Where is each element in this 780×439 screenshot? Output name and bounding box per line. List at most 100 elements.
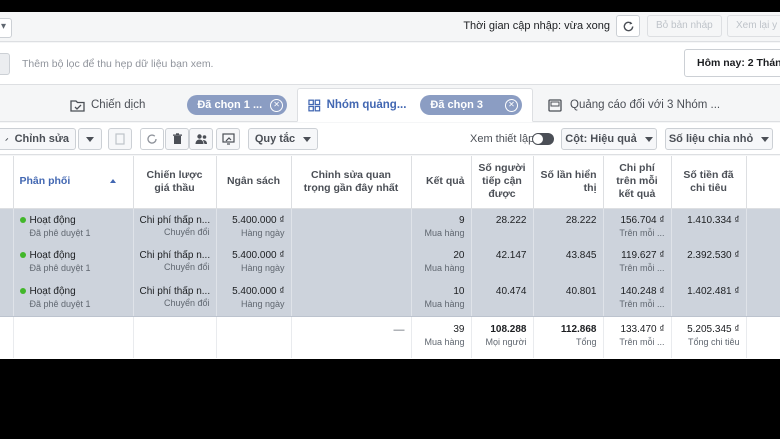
delivery-column-header[interactable]: Phân phối — [13, 156, 134, 209]
delete-button[interactable] — [165, 128, 189, 150]
recent-edits-cell — [291, 208, 412, 244]
checkbox-column-header — [0, 156, 14, 209]
impressions-cell: 40.801 — [533, 280, 604, 317]
review-changes-button[interactable]: Xem lại y — [727, 15, 780, 37]
recent-edits-column-header[interactable]: Chỉnh sửa quan trọng gần đây nhất — [291, 156, 412, 209]
adsets-table: Phân phối Chiến lược giá thầu Ngân sách … — [0, 156, 780, 359]
table-header-row: Phân phối Chiến lược giá thầu Ngân sách … — [0, 156, 780, 209]
impressions-cell: 43.845 — [533, 244, 604, 280]
budget-cell[interactable]: 5.400.000 ₫ Hàng ngày — [216, 208, 292, 244]
collapse-toggle[interactable]: ▾ — [0, 18, 12, 38]
budget-column-header[interactable]: Ngân sách — [216, 156, 292, 209]
bid-strategy-cell[interactable]: Chi phí thấp n... Chuyển đổi — [133, 280, 217, 317]
share-button[interactable] — [216, 128, 240, 150]
delivery-cell: Hoạt động Đã phê duyệt 1 — [13, 244, 134, 280]
tab-campaigns-label: Chiến dịch — [91, 99, 146, 111]
active-status-dot — [19, 216, 26, 223]
columns-label: Cột: Hiệu quả — [565, 133, 637, 145]
extra-cell — [746, 208, 780, 244]
breakdown-button[interactable]: Số liệu chia nhỏ — [665, 128, 773, 150]
refresh-icon — [623, 21, 633, 31]
extra-cell — [746, 244, 780, 280]
edit-dropdown[interactable] — [78, 128, 102, 150]
reach-cell: 40.474 — [471, 280, 534, 317]
results-column-header[interactable]: Kết quả — [411, 156, 472, 209]
filter-toggle[interactable] — [0, 53, 10, 75]
impressions-total: 112.868 Tổng — [533, 316, 604, 358]
last-updated-status: Thời gian cập nhập: vừa xong — [463, 20, 610, 32]
tab-ad-sets[interactable]: Nhóm quảng... Đã chọn 3 ✕ — [297, 88, 533, 122]
level-tabs: Chiến dịch Đã chọn 1 ... ✕ Nhóm quảng...… — [0, 86, 780, 122]
tab-ads-label: Quảng cáo đối với 3 Nhóm ... — [570, 99, 721, 111]
reach-cell: 28.222 — [471, 208, 534, 244]
recent-edits-cell — [291, 244, 412, 280]
amount-spent-cell: 2.392.530 ₫ — [671, 244, 747, 280]
table-row[interactable]: Hoạt động Đã phê duyệt 1 Chi phí thấp n..… — [0, 244, 780, 280]
campaign-selection-chip[interactable]: Đã chọn 1 ... ✕ — [187, 95, 288, 115]
extra-column-header — [746, 156, 780, 209]
filter-input[interactable]: Thêm bộ lọc để thu hẹp dữ liệu bạn xem. — [22, 58, 213, 70]
amount-spent-total: 5.205.345 ₫ Tổng chi tiêu — [671, 316, 747, 358]
cost-per-result-cell: 119.627 ₫ Trên mỗi ... — [603, 244, 672, 280]
pencil-icon — [5, 137, 9, 141]
duplicate-button[interactable] — [108, 128, 132, 150]
tab-ads[interactable]: Quảng cáo đối với 3 Nhóm ... — [548, 88, 720, 122]
row-checkbox-cell[interactable] — [0, 208, 14, 244]
reset-button[interactable] — [140, 128, 164, 150]
rules-label: Quy tắc — [254, 133, 296, 145]
cost-per-result-cell: 140.248 ₫ Trên mỗi ... — [603, 280, 672, 317]
grid-icon — [308, 99, 321, 111]
edit-label: Chỉnh sửa — [14, 133, 69, 145]
chevron-down-icon — [86, 136, 94, 142]
bid-strategy-column-header[interactable]: Chiến lược giá thầu — [133, 156, 217, 209]
active-status-dot — [19, 252, 26, 259]
discard-draft-button[interactable]: Bỏ bản nháp — [647, 15, 722, 37]
reach-total: 108.288 Mọi người — [471, 316, 534, 358]
amount-spent-column-header[interactable]: Số tiền đã chi tiêu — [671, 156, 747, 209]
bid-strategy-cell[interactable]: Chi phí thấp n... Chuyển đổi — [133, 244, 217, 280]
rules-button[interactable]: Quy tắc — [248, 128, 318, 150]
cost-per-result-total: 133.470 ₫ Trên mỗi ... — [603, 316, 672, 358]
columns-button[interactable]: Cột: Hiệu quả — [561, 128, 657, 150]
chevron-down-icon — [644, 136, 653, 142]
filter-bar: Thêm bộ lọc để thu hẹp dữ liệu bạn xem. … — [0, 43, 780, 85]
row-checkbox-cell[interactable] — [0, 244, 14, 280]
table-row[interactable]: Hoạt động Đã phê duyệt 1 Chi phí thấp n..… — [0, 280, 780, 317]
impressions-cell: 28.222 — [533, 208, 604, 244]
view-setup-toggle[interactable] — [532, 133, 554, 145]
folder-icon — [70, 99, 85, 112]
refresh-button[interactable] — [616, 15, 640, 37]
active-status-dot — [19, 288, 26, 295]
results-cell: 20 Mua hàng — [411, 244, 472, 280]
tab-campaigns[interactable]: Chiến dịch Đã chọn 1 ... ✕ — [70, 88, 288, 122]
edit-button[interactable]: Chỉnh sửa — [0, 128, 76, 150]
chevron-down-icon — [303, 136, 312, 142]
date-range-button[interactable]: Hôm nay: 2 Tháng — [684, 49, 780, 77]
audience-button[interactable] — [189, 128, 213, 150]
close-icon[interactable]: ✕ — [505, 98, 518, 112]
extra-cell — [746, 280, 780, 317]
amount-spent-cell: 1.402.481 ₫ — [671, 280, 747, 317]
row-checkbox-cell[interactable] — [0, 280, 14, 317]
sort-asc-icon — [110, 179, 117, 184]
recent-edits-total: — — [291, 316, 412, 358]
amount-spent-cell: 1.410.334 ₫ — [671, 208, 747, 244]
impressions-column-header[interactable]: Số lần hiển thị — [533, 156, 604, 209]
delivery-cell: Hoạt động Đã phê duyệt 1 — [13, 208, 134, 244]
chevron-down-icon — [761, 136, 770, 142]
ad-icon — [548, 98, 562, 112]
campaign-selection-label: Đã chọn 1 ... — [197, 99, 263, 111]
budget-cell[interactable]: 5.400.000 ₫ Hàng ngày — [216, 244, 292, 280]
budget-cell[interactable]: 5.400.000 ₫ Hàng ngày — [216, 280, 292, 317]
recent-edits-cell — [291, 280, 412, 317]
cost-per-result-column-header[interactable]: Chi phí trên mỗi kết quả — [603, 156, 672, 209]
cost-per-result-cell: 156.704 ₫ Trên mỗi ... — [603, 208, 672, 244]
bid-strategy-cell[interactable]: Chi phí thấp n... Chuyển đổi — [133, 208, 217, 244]
top-status-bar: ▾ Thời gian cập nhập: vừa xong Bỏ bản nh… — [0, 12, 780, 42]
close-icon[interactable]: ✕ — [270, 98, 284, 112]
refresh-icon — [147, 134, 157, 144]
people-icon — [195, 134, 207, 144]
adset-selection-chip[interactable]: Đã chọn 3 ✕ — [420, 95, 522, 115]
reach-column-header[interactable]: Số người tiếp cận được — [471, 156, 534, 209]
table-row[interactable]: Hoạt động Đã phê duyệt 1 Chi phí thấp n..… — [0, 208, 780, 244]
